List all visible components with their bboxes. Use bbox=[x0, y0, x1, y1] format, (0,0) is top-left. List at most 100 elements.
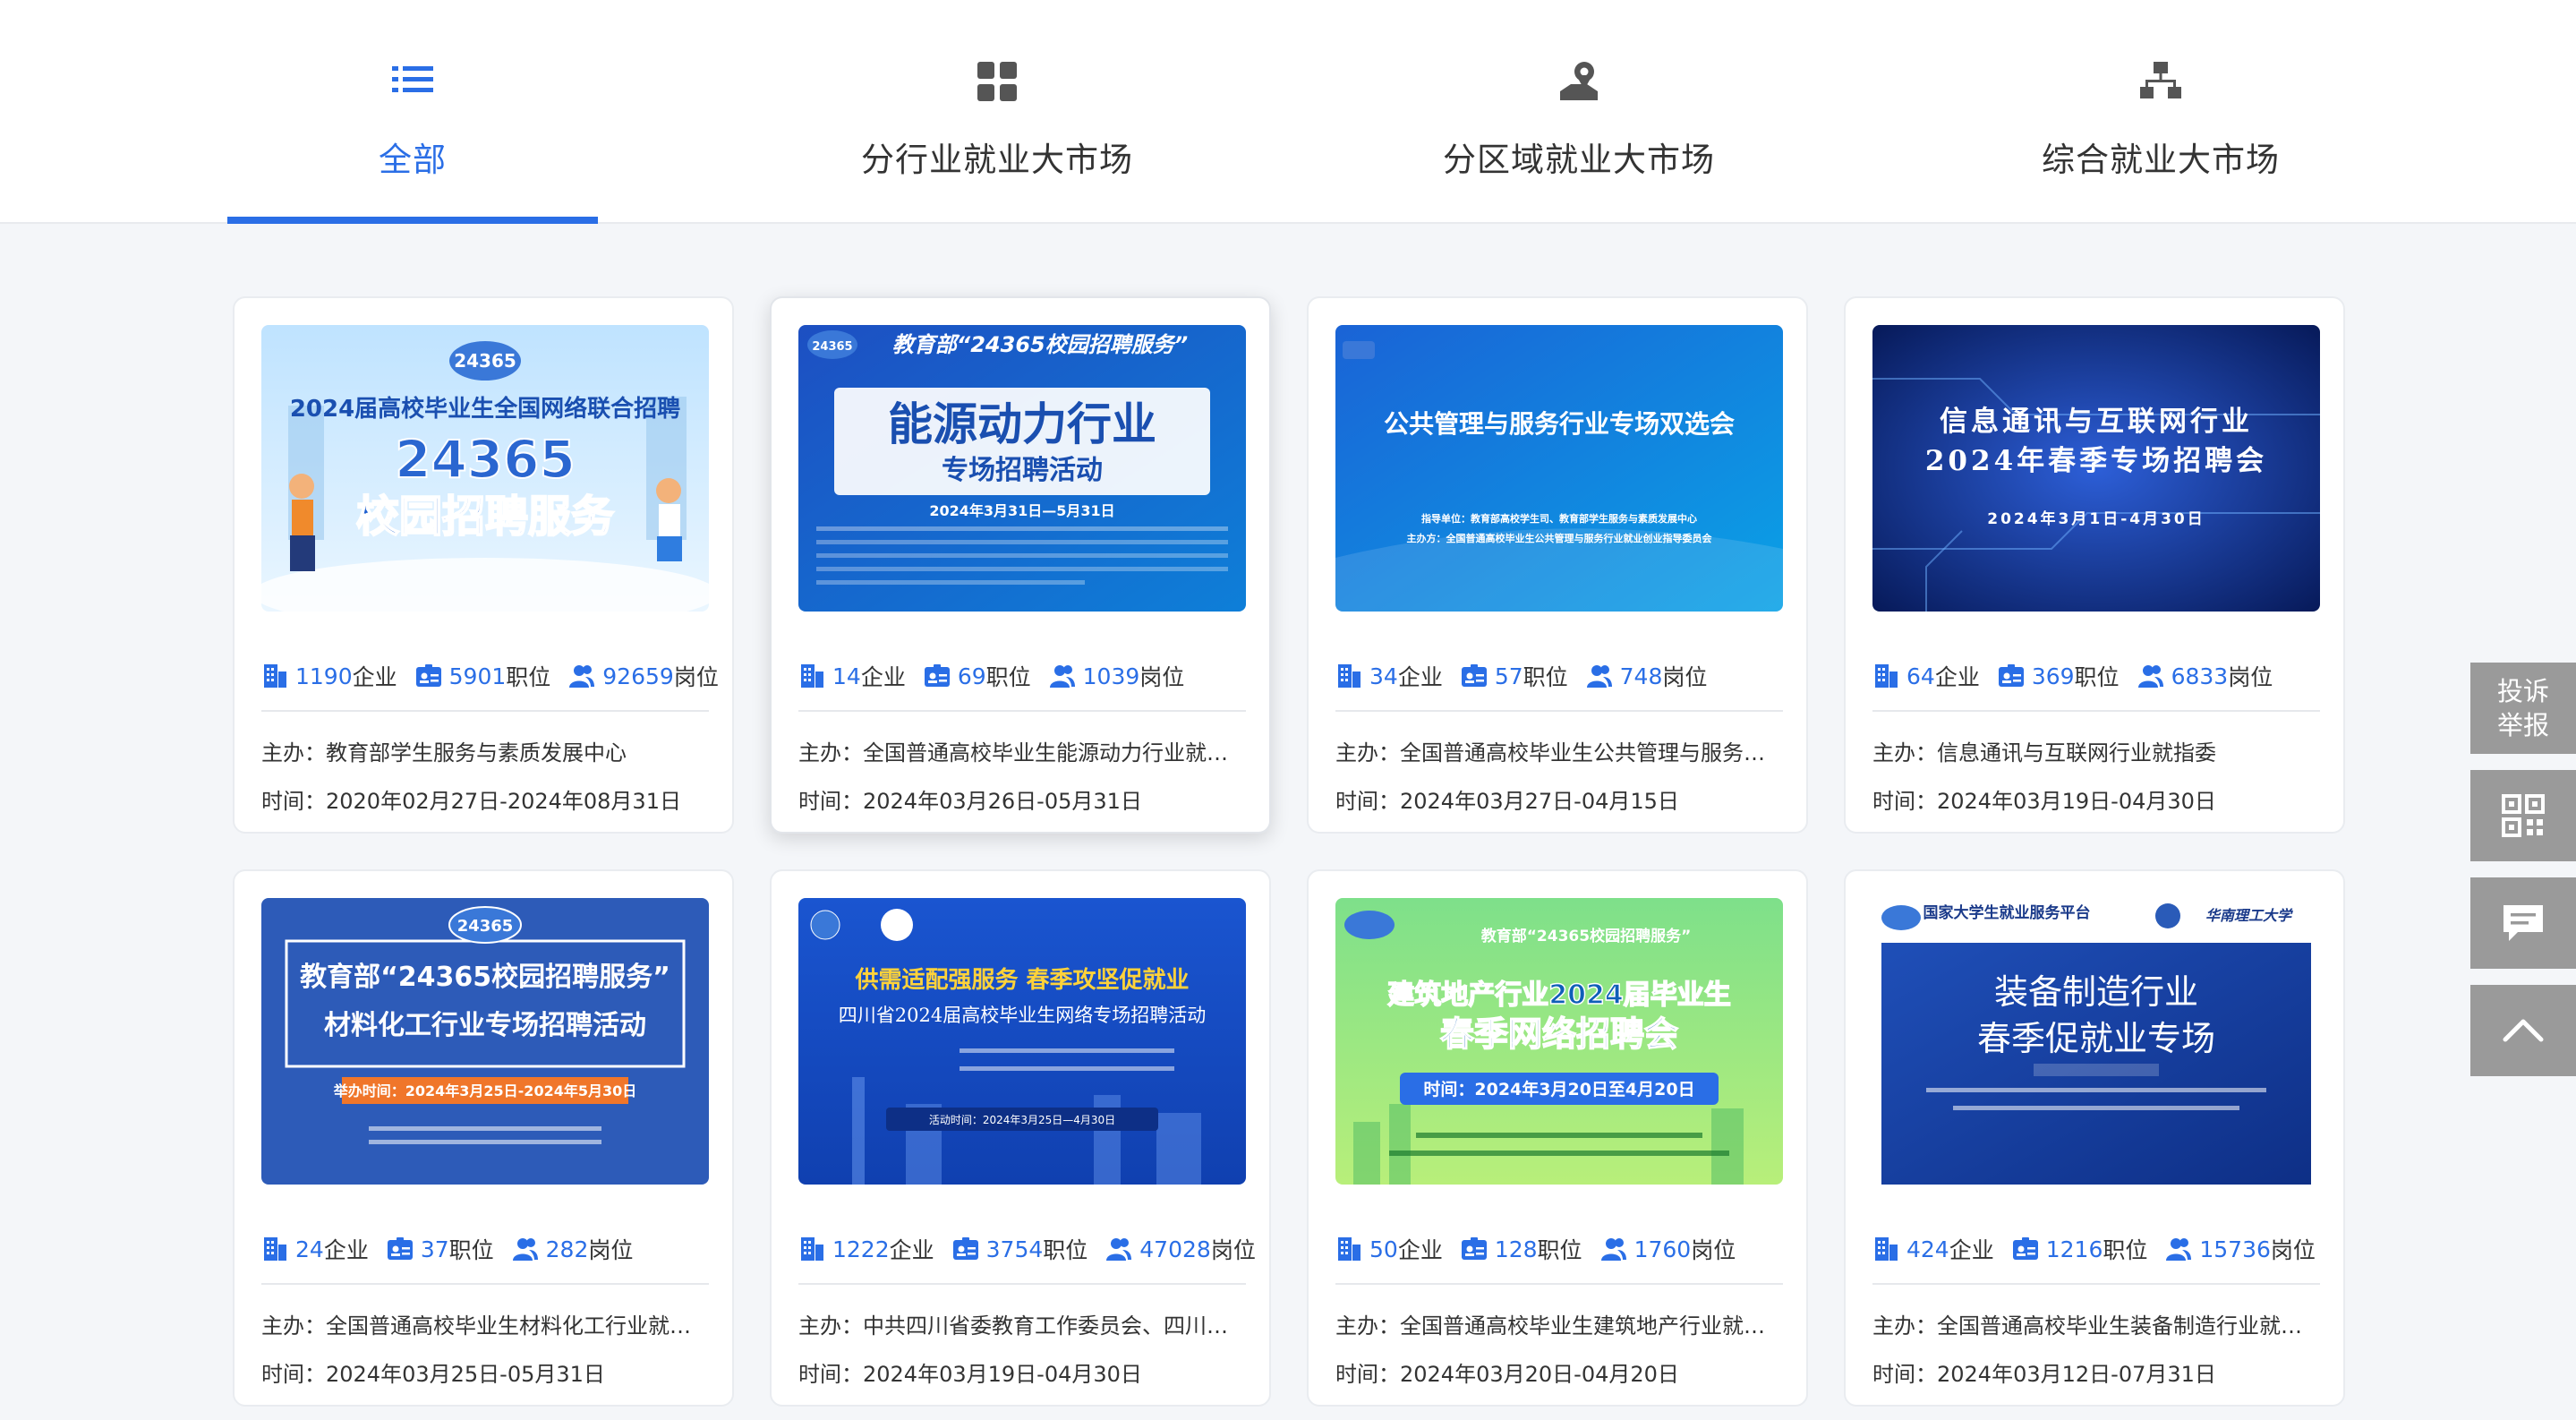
building-icon bbox=[1338, 1237, 1361, 1261]
users-icon bbox=[569, 665, 595, 688]
id-card-icon bbox=[1998, 664, 2024, 687]
card-divider bbox=[798, 1283, 1246, 1285]
position-count: 3754 bbox=[985, 1236, 1044, 1262]
position-unit: 职位 bbox=[985, 664, 1031, 690]
card-banner-image[interactable]: 供需适配强服务 春季攻坚促就业 四川省2024届高校毕业生网络专场招聘活动 活动… bbox=[798, 898, 1246, 1185]
company-unit: 企业 bbox=[1397, 664, 1443, 690]
card-time: 时间：2024年03月19日-04月30日 bbox=[798, 1362, 1142, 1387]
company-unit: 企业 bbox=[889, 1237, 934, 1263]
card-banner-image[interactable]: 国家大学生就业服务平台 华南理工大学 装备制造行业 春季促就业专场 bbox=[1872, 898, 2320, 1185]
card-banner-image[interactable]: 24365 2024届高校毕业生全国网络联合招聘 24365 校园招聘服务 bbox=[261, 325, 709, 612]
position-unit: 职位 bbox=[448, 1237, 494, 1263]
card-stats: 424 企业 1216 职位 15736 岗位 bbox=[1872, 1229, 2320, 1269]
company-count: 1190 bbox=[295, 663, 353, 689]
back-to-top-icon bbox=[2503, 1019, 2544, 1042]
list-icon bbox=[392, 66, 433, 92]
card-banner-image[interactable]: 信息通讯与互联网行业 2024年春季专场招聘会 2024年3月1日-4月30日 bbox=[1872, 325, 2320, 612]
position-unit: 职位 bbox=[1537, 1237, 1582, 1263]
card-divider bbox=[261, 710, 709, 712]
active-tab-indicator bbox=[227, 217, 598, 224]
position-unit: 职位 bbox=[2074, 664, 2120, 690]
card-banner-image[interactable]: 24365 教育部“24365校园招聘服务” 能源动力行业 专场招聘活动 202… bbox=[798, 325, 1246, 612]
id-card-icon bbox=[387, 1237, 413, 1260]
banner-text: 指导单位：教育部高校学生司、教育部学生服务与素质发展中心 bbox=[1421, 512, 1697, 525]
post-count: 47028 bbox=[1139, 1236, 1211, 1262]
post-count: 6833 bbox=[2171, 663, 2229, 689]
back-to-top-button[interactable] bbox=[2470, 985, 2576, 1076]
tab-industry-market[interactable]: 分行业就业大市场 bbox=[809, 0, 1185, 222]
post-unit: 岗位 bbox=[1691, 1237, 1736, 1263]
job-fair-card[interactable]: 24365 教育部“24365校园招聘服务” 材料化工行业专场招聘活动 举办时间… bbox=[233, 869, 734, 1407]
post-unit: 岗位 bbox=[2228, 664, 2273, 690]
card-banner-image[interactable]: 教育部“24365校园招聘服务” 建筑地产行业2024届毕业生 春季网络招聘会 … bbox=[1335, 898, 1783, 1185]
job-fair-card[interactable]: 公共管理与服务行业专场双选会 指导单位：教育部高校学生司、教育部学生服务与素质发… bbox=[1307, 296, 1808, 834]
banner-text: 供需适配强服务 春季攻坚促就业 bbox=[854, 967, 1189, 994]
position-count: 69 bbox=[957, 663, 986, 689]
job-fair-card[interactable]: 教育部“24365校园招聘服务” 建筑地产行业2024届毕业生 春季网络招聘会 … bbox=[1307, 869, 1808, 1407]
card-divider bbox=[1872, 1283, 2320, 1285]
id-card-icon bbox=[924, 664, 950, 687]
banner-text: 国家大学生就业服务平台 bbox=[1923, 903, 2091, 922]
card-time: 时间：2024年03月20日-04月20日 bbox=[1335, 1362, 1679, 1387]
building-icon bbox=[801, 664, 823, 688]
card-host: 主办：信息通讯与互联网行业就指委 bbox=[1872, 740, 2216, 766]
banner-text: 活动时间：2024年3月25日—4月30日 bbox=[929, 1114, 1115, 1126]
message-icon bbox=[2503, 905, 2543, 941]
banner-text: 春季促就业专场 bbox=[1977, 1019, 2215, 1058]
card-time: 时间：2024年03月12日-07月31日 bbox=[1872, 1362, 2216, 1387]
position-count: 5901 bbox=[448, 663, 507, 689]
card-host: 主办：全国普通高校毕业生建筑地产行业就业创业指导委员会 bbox=[1335, 1313, 1783, 1339]
company-count: 1222 bbox=[832, 1236, 890, 1262]
grid-icon bbox=[977, 62, 1017, 101]
card-divider bbox=[798, 710, 1246, 712]
building-icon bbox=[1875, 664, 1898, 688]
banner-text: 信息通讯与互联网行业 bbox=[1940, 406, 2253, 438]
id-card-icon bbox=[1461, 1237, 1487, 1260]
card-stats: 50 企业 128 职位 1760 岗位 bbox=[1335, 1229, 1783, 1269]
post-count: 1760 bbox=[1633, 1236, 1692, 1262]
card-host: 主办：中共四川省委教育工作委员会、四川省教育厅 bbox=[798, 1313, 1246, 1339]
banner-text: 校园招聘服务 bbox=[356, 492, 614, 542]
position-count: 57 bbox=[1494, 663, 1523, 689]
card-time: 时间：2020年02月27日-2024年08月31日 bbox=[261, 789, 681, 814]
job-fair-card[interactable]: 供需适配强服务 春季攻坚促就业 四川省2024届高校毕业生网络专场招聘活动 活动… bbox=[770, 869, 1271, 1407]
card-divider bbox=[1335, 1283, 1783, 1285]
post-unit: 岗位 bbox=[588, 1237, 634, 1263]
card-divider bbox=[1335, 710, 1783, 712]
message-button[interactable] bbox=[2470, 877, 2576, 969]
post-unit: 岗位 bbox=[2270, 1237, 2316, 1263]
banner-text: 教育部“24365校园招聘服务” bbox=[892, 332, 1188, 357]
card-time: 时间：2024年03月19日-04月30日 bbox=[1872, 789, 2216, 814]
company-count: 24 bbox=[295, 1236, 324, 1262]
banner-text: 2024年春季专场招聘会 bbox=[1925, 445, 2267, 477]
banner-text: 24365 bbox=[457, 917, 514, 936]
banner-text: 24365 bbox=[395, 429, 576, 490]
report-button[interactable]: 投诉举报 bbox=[2470, 663, 2576, 754]
qrcode-button[interactable] bbox=[2470, 770, 2576, 861]
job-fair-card[interactable]: 信息通讯与互联网行业 2024年春季专场招聘会 2024年3月1日-4月30日 … bbox=[1844, 296, 2345, 834]
post-count: 1039 bbox=[1082, 663, 1140, 689]
card-host: 主办：全国普通高校毕业生材料化工行业就业创业指导委员会 bbox=[261, 1313, 709, 1339]
position-count: 369 bbox=[2031, 663, 2075, 689]
company-count: 64 bbox=[1906, 663, 1935, 689]
card-banner-image[interactable]: 公共管理与服务行业专场双选会 指导单位：教育部高校学生司、教育部学生服务与素质发… bbox=[1335, 325, 1783, 612]
company-unit: 企业 bbox=[352, 664, 397, 690]
banner-text: 主办方：全国普通高校毕业生公共管理与服务行业就业创业指导委员会 bbox=[1407, 532, 1713, 544]
tab-region-market[interactable]: 分区域就业大市场 bbox=[1391, 0, 1767, 222]
company-count: 424 bbox=[1906, 1236, 1949, 1262]
banner-text: 24365 bbox=[812, 340, 852, 354]
banner-text: 24365 bbox=[454, 350, 516, 372]
job-fair-card[interactable]: 国家大学生就业服务平台 华南理工大学 装备制造行业 春季促就业专场 424 企业 … bbox=[1844, 869, 2345, 1407]
card-banner-image[interactable]: 24365 教育部“24365校园招聘服务” 材料化工行业专场招聘活动 举办时间… bbox=[261, 898, 709, 1185]
banner-text: 华南理工大学 bbox=[2205, 907, 2293, 924]
tab-all[interactable]: 全部 bbox=[227, 0, 598, 224]
banner-text: 2024届高校毕业生全国网络联合招聘 bbox=[290, 395, 680, 423]
tab-comprehensive-market[interactable]: 综合就业大市场 bbox=[1973, 0, 2349, 222]
users-icon bbox=[1586, 665, 1612, 688]
id-card-icon bbox=[415, 664, 441, 687]
job-fair-card[interactable]: 24365 教育部“24365校园招聘服务” 能源动力行业 专场招聘活动 202… bbox=[770, 296, 1271, 834]
org-chart-icon bbox=[2140, 62, 2181, 98]
report-label: 投诉举报 bbox=[2496, 676, 2549, 740]
banner-text: 举办时间：2024年3月25日-2024年5月30日 bbox=[333, 1082, 637, 1099]
job-fair-card[interactable]: 24365 2024届高校毕业生全国网络联合招聘 24365 校园招聘服务 11… bbox=[233, 296, 734, 834]
